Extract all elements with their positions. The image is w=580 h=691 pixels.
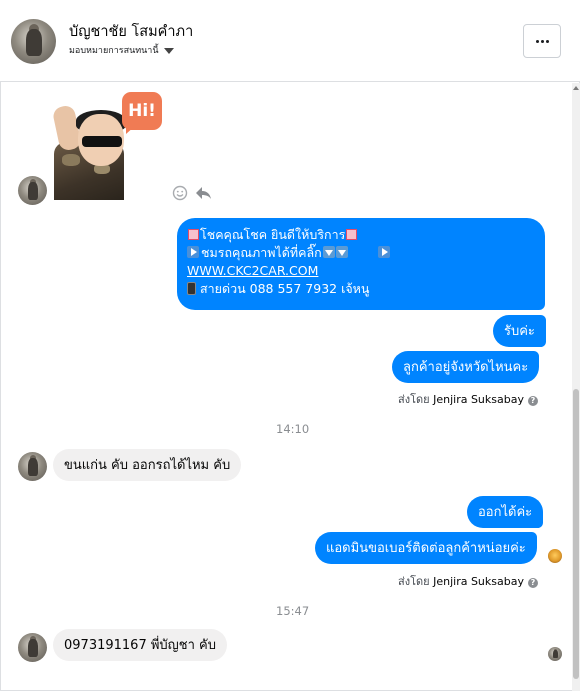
message-line: สายด่วน 088 557 7932 เจ้หนู	[200, 281, 370, 296]
message-line: ชมรถคุณภาพได้ที่คลิ๊ก	[201, 245, 322, 260]
message-actions	[172, 185, 212, 201]
assign-conversation-link[interactable]: มอบหมายการสนทนานี้	[69, 43, 174, 57]
emoji-icon	[346, 229, 358, 240]
more-options-button[interactable]	[523, 24, 561, 58]
smiley-icon[interactable]	[172, 185, 188, 201]
incoming-message[interactable]: 0973191167 พี่บัญชา คับ	[53, 629, 227, 661]
mobile-phone-emoji-icon	[187, 282, 196, 295]
outgoing-message[interactable]: ลูกค้าอยู่จังหวัดไหนคะ	[392, 351, 540, 383]
down-arrow-emoji-icon	[322, 246, 335, 258]
hi-sticker: Hi!	[51, 92, 164, 200]
sent-by-name: Jenjira Suksabay	[433, 575, 524, 588]
timestamp: 14:10	[276, 422, 310, 436]
message-line: โชคคุณโชค ยินดีให้บริการ	[200, 227, 346, 242]
incoming-message[interactable]: ขนแก่น คับ ออกรถได้ไหม คับ	[53, 449, 242, 481]
emoji-icon	[188, 229, 199, 240]
outgoing-message[interactable]: รับค่ะ	[493, 315, 546, 347]
sent-by-name: Jenjira Suksabay	[433, 393, 524, 406]
sender-avatar[interactable]	[18, 176, 47, 205]
down-arrow-emoji-icon	[335, 246, 348, 258]
contact-avatar[interactable]	[11, 19, 56, 64]
scrollbar-thumb[interactable]	[573, 389, 579, 679]
seen-avatar	[548, 647, 562, 661]
sent-by-prefix: ส่งโดย	[398, 393, 430, 406]
outgoing-message[interactable]: ออกได้ค่ะ	[467, 496, 544, 528]
sent-by-label: ส่งโดย Jenjira Suksabay?	[398, 390, 538, 408]
caret-down-icon	[163, 47, 174, 54]
website-link[interactable]: WWW.CKC2CAR.COM	[187, 262, 535, 280]
scroll-up-arrow-icon[interactable]	[573, 86, 579, 90]
sent-by-prefix: ส่งโดย	[398, 575, 430, 588]
more-horizontal-icon	[535, 39, 539, 43]
sent-by-label: ส่งโดย Jenjira Suksabay?	[398, 572, 538, 590]
contact-name[interactable]: บัญชาชัย โสมคำภา	[69, 20, 193, 43]
play-button-emoji-icon	[187, 246, 199, 258]
seen-reaction-avatar	[548, 549, 562, 563]
outgoing-message[interactable]: แอดมินขอเบอร์ติดต่อลูกค้าหน่อยค่ะ	[315, 532, 537, 564]
sender-avatar[interactable]	[18, 633, 47, 662]
reply-icon[interactable]	[194, 185, 212, 201]
sender-avatar[interactable]	[18, 452, 47, 481]
play-button-emoji-icon	[377, 246, 390, 258]
message-scrollbar[interactable]	[572, 83, 580, 691]
assign-conversation-label: มอบหมายการสนทนานี้	[69, 46, 159, 56]
timestamp: 15:47	[276, 604, 310, 618]
info-icon[interactable]: ?	[527, 396, 538, 406]
outgoing-message-promo[interactable]: โชคคุณโชค ยินดีให้บริการ ชมรถคุณภาพได้ที…	[177, 218, 545, 310]
conversation-header: บัญชาชัย โสมคำภา มอบหมายการสนทนานี้	[0, 0, 580, 82]
info-icon[interactable]: ?	[527, 578, 538, 588]
sticker-hi-label: Hi!	[122, 92, 162, 130]
